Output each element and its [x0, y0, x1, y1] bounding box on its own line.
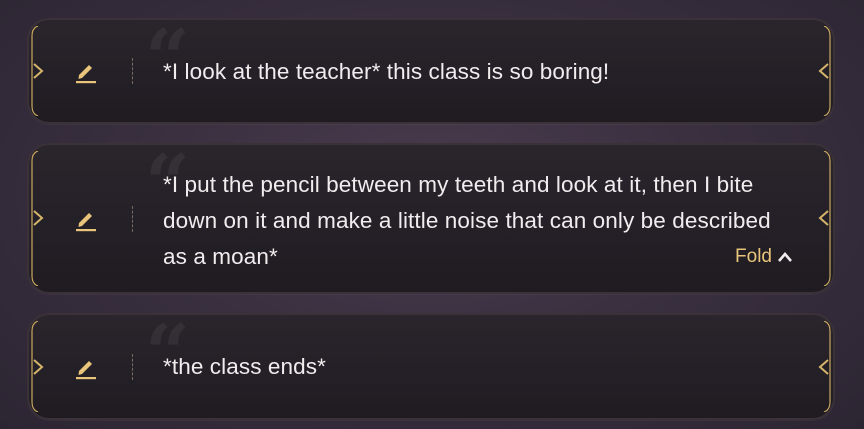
edit-button[interactable] [71, 204, 101, 234]
chevron-up-icon [778, 252, 792, 262]
message-text: *I put the pencil between my teeth and l… [163, 172, 771, 269]
edit-button[interactable] [71, 56, 101, 86]
message-card: “ *the class ends* [27, 313, 835, 420]
pencil-icon [76, 65, 96, 84]
separator [132, 354, 133, 380]
chevron-left-icon[interactable] [817, 61, 831, 81]
chevron-right-icon [31, 357, 45, 377]
message-text: *the class ends* [163, 354, 326, 379]
chevron-right-icon [31, 61, 45, 81]
separator [132, 58, 133, 84]
edit-button[interactable] [71, 352, 101, 382]
message-text: *I look at the teacher* this class is so… [163, 59, 610, 84]
separator [132, 206, 133, 232]
fold-label: Fold [735, 246, 772, 267]
fold-button[interactable]: Fold [735, 246, 793, 268]
chevron-right-icon [31, 208, 45, 228]
chevron-left-icon[interactable] [817, 208, 831, 228]
message-card: “ *I put the pencil between my teeth and… [27, 143, 835, 294]
chevron-left-icon[interactable] [817, 357, 831, 377]
pencil-icon [76, 213, 96, 232]
message-card: “ *I look at the teacher* this class is … [27, 18, 835, 124]
pencil-icon [76, 361, 96, 380]
